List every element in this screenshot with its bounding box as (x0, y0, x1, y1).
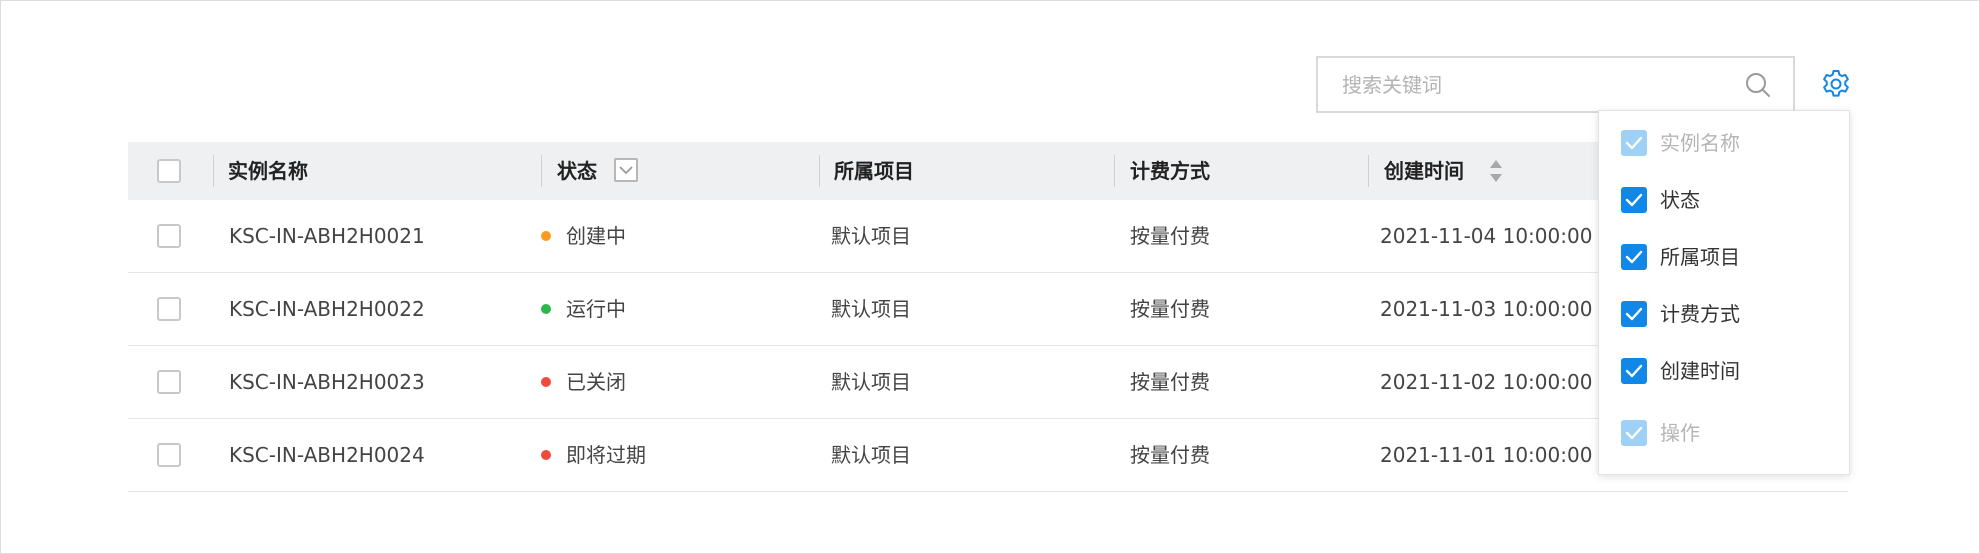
instance-name: KSC-IN-ABH2H0021 (229, 224, 425, 248)
filter-dropdown-icon[interactable] (614, 158, 638, 182)
row-checkbox[interactable] (157, 224, 181, 248)
select-all-checkbox[interactable] (157, 159, 181, 183)
table-row[interactable]: KSC-IN-ABH2H0022 运行中 默认项目 按量付费 2021-11-0… (128, 273, 1848, 346)
column-option-status[interactable]: 状态 (1599, 177, 1849, 221)
column-settings-dropdown: 实例名称 状态 所属项目 计费方式 创建时间 操作 (1598, 110, 1850, 475)
checkbox-checked-icon[interactable] (1621, 358, 1647, 384)
checkbox-checked-icon (1621, 130, 1647, 156)
status-dot (541, 377, 551, 387)
column-option-project[interactable]: 所属项目 (1599, 234, 1849, 278)
column-option-label: 状态 (1660, 188, 1700, 212)
project: 默认项目 (831, 297, 911, 321)
billing-method: 按量付费 (1130, 443, 1210, 467)
column-header-name: 实例名称 (228, 159, 308, 183)
billing-method: 按量付费 (1130, 370, 1210, 394)
column-option-label: 操作 (1660, 421, 1700, 445)
column-option-billing[interactable]: 计费方式 (1599, 291, 1849, 335)
column-divider (819, 155, 820, 187)
column-header-project: 所属项目 (834, 159, 914, 183)
column-option-label: 计费方式 (1660, 302, 1740, 326)
column-option-created[interactable]: 创建时间 (1599, 348, 1849, 392)
status-text: 创建中 (566, 224, 626, 248)
table-row[interactable]: KSC-IN-ABH2H0021 创建中 默认项目 按量付费 2021-11-0… (128, 200, 1848, 273)
search-box[interactable] (1316, 56, 1795, 113)
status-dot (541, 450, 551, 460)
checkbox-checked-icon (1621, 420, 1647, 446)
status-text: 运行中 (566, 297, 626, 321)
status-text: 即将过期 (566, 443, 646, 467)
created-time: 2021-11-01 10:00:00 (1380, 443, 1593, 467)
sort-icon[interactable] (1488, 158, 1504, 184)
column-divider (1368, 155, 1369, 187)
column-option-name: 实例名称 (1599, 120, 1849, 164)
column-divider (213, 155, 214, 187)
billing-method: 按量付费 (1130, 224, 1210, 248)
row-checkbox[interactable] (157, 297, 181, 321)
project: 默认项目 (831, 224, 911, 248)
gear-icon[interactable] (1820, 68, 1852, 100)
created-time: 2021-11-04 10:00:00 (1380, 224, 1593, 248)
table-header: 实例名称 状态 所属项目 计费方式 创建时间 (128, 142, 1848, 200)
column-option-label: 实例名称 (1660, 131, 1740, 155)
billing-method: 按量付费 (1130, 297, 1210, 321)
table-row[interactable]: KSC-IN-ABH2H0024 即将过期 默认项目 按量付费 2021-11-… (128, 419, 1848, 492)
status-dot (541, 231, 551, 241)
column-option-actions: 操作 (1599, 410, 1849, 454)
created-time: 2021-11-02 10:00:00 (1380, 370, 1593, 394)
instance-name: KSC-IN-ABH2H0024 (229, 443, 425, 467)
project: 默认项目 (831, 443, 911, 467)
created-time: 2021-11-03 10:00:00 (1380, 297, 1593, 321)
column-header-billing: 计费方式 (1130, 159, 1210, 183)
column-header-created: 创建时间 (1384, 159, 1464, 183)
checkbox-checked-icon[interactable] (1621, 244, 1647, 270)
column-header-status: 状态 (557, 159, 597, 183)
column-divider (1114, 155, 1115, 187)
column-option-label: 创建时间 (1660, 359, 1740, 383)
column-divider (541, 155, 542, 187)
search-icon[interactable] (1745, 72, 1771, 98)
instance-name: KSC-IN-ABH2H0022 (229, 297, 425, 321)
instance-name: KSC-IN-ABH2H0023 (229, 370, 425, 394)
table-row[interactable]: KSC-IN-ABH2H0023 已关闭 默认项目 按量付费 2021-11-0… (128, 346, 1848, 419)
column-option-label: 所属项目 (1660, 245, 1740, 269)
project: 默认项目 (831, 370, 911, 394)
row-checkbox[interactable] (157, 443, 181, 467)
checkbox-checked-icon[interactable] (1621, 187, 1647, 213)
status-text: 已关闭 (566, 370, 626, 394)
checkbox-checked-icon[interactable] (1621, 301, 1647, 327)
row-checkbox[interactable] (157, 370, 181, 394)
status-dot (541, 304, 551, 314)
search-input[interactable] (1318, 58, 1738, 111)
